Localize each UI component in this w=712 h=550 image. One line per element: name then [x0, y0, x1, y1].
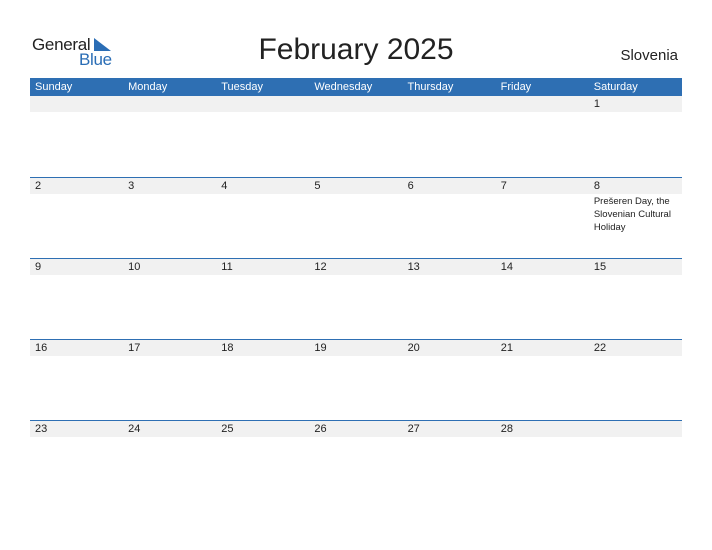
- day-cell: [496, 96, 589, 177]
- day-number: 11: [221, 261, 233, 273]
- day-number: 8: [593, 180, 600, 192]
- weekday-monday: Monday: [128, 81, 168, 93]
- day-cell: 19: [309, 340, 402, 421]
- calendar-title: February 2025: [258, 33, 454, 66]
- day-cell: 17: [123, 340, 216, 421]
- country-label: Slovenia: [620, 47, 678, 64]
- week-row: 23 24 25 26 27 28: [30, 420, 682, 502]
- week-row: 16 17 18 19 20 21 22: [30, 339, 682, 421]
- day-cell: 10: [123, 259, 216, 340]
- day-cell: 15: [589, 259, 682, 340]
- weekday-friday: Friday: [500, 81, 532, 93]
- day-number: 19: [314, 342, 327, 354]
- day-number: 27: [407, 423, 420, 435]
- day-number: 25: [221, 423, 234, 435]
- day-number: 7: [500, 180, 507, 192]
- weekday-header: Sunday Monday Tuesday Wednesday Thursday…: [30, 78, 682, 96]
- day-cell: [403, 96, 496, 177]
- day-cell: 23: [30, 421, 123, 502]
- day-number: 26: [314, 423, 327, 435]
- day-number: 22: [593, 342, 607, 354]
- day-cell: 6: [403, 178, 496, 259]
- day-cell: 13: [403, 259, 496, 340]
- day-number: 15: [593, 261, 607, 273]
- week-row: 2 3 4 5 6 7 8 Prešeren Day, the Slovenian Cultu…: [30, 177, 682, 259]
- day-number: 5: [314, 180, 321, 192]
- day-cell: 11: [216, 259, 309, 340]
- day-number: 23: [35, 423, 48, 435]
- day-number: 4: [221, 180, 228, 192]
- weekday-sunday: Sunday: [35, 81, 73, 93]
- day-number: 16: [35, 342, 48, 354]
- day-cell: [589, 421, 682, 502]
- holiday-event: Prešeren Day, the Slovenian Cultural Hol…: [593, 196, 671, 233]
- day-number: 21: [500, 342, 513, 354]
- day-cell: 5: [309, 178, 402, 259]
- day-cell: 20: [403, 340, 496, 421]
- day-cell: 18: [216, 340, 309, 421]
- weekday-wednesday: Wednesday: [314, 81, 373, 93]
- day-number: 13: [407, 261, 420, 273]
- day-cell: 4: [216, 178, 309, 259]
- weekday-tuesday: Tuesday: [221, 81, 264, 93]
- day-cell: 1: [589, 96, 682, 177]
- day-cell: [123, 96, 216, 177]
- day-number: 2: [35, 180, 42, 192]
- day-cell: [216, 96, 309, 177]
- week-row: 1: [30, 96, 682, 177]
- day-number: 18: [221, 342, 234, 354]
- day-cell: 25: [216, 421, 309, 502]
- day-number: 1: [593, 98, 600, 110]
- day-number: 3: [128, 180, 135, 192]
- day-number: 10: [128, 261, 141, 273]
- day-cell: 28: [496, 421, 589, 502]
- day-cell: 27: [403, 421, 496, 502]
- weekday-thursday: Thursday: [407, 81, 454, 93]
- day-cell: 26: [309, 421, 402, 502]
- day-cell: 24: [123, 421, 216, 502]
- day-cell: 14: [496, 259, 589, 340]
- weekday-saturday: Saturday: [593, 81, 638, 93]
- day-cell: 3: [123, 178, 216, 259]
- day-number: 20: [407, 342, 420, 354]
- day-number: 14: [500, 261, 513, 273]
- week-row: 9 10 11 12 13 14 15: [30, 258, 682, 340]
- day-number: 17: [128, 342, 141, 354]
- day-cell: 12: [309, 259, 402, 340]
- day-cell: 2: [30, 178, 123, 259]
- day-number: 12: [314, 261, 327, 273]
- day-cell: [309, 96, 402, 177]
- day-cell: 8 Prešeren Day, the Slovenian Cultural Ho…: [589, 178, 682, 259]
- day-cell: 22: [589, 340, 682, 421]
- day-number: 6: [407, 180, 414, 192]
- day-cell: 9: [30, 259, 123, 340]
- day-cell: 21: [496, 340, 589, 421]
- day-number: 24: [128, 423, 141, 435]
- day-number: 28: [500, 423, 513, 435]
- day-cell: 7: [496, 178, 589, 259]
- day-cell: [30, 96, 123, 177]
- day-number: 9: [35, 261, 42, 273]
- day-cell: 16: [30, 340, 123, 421]
